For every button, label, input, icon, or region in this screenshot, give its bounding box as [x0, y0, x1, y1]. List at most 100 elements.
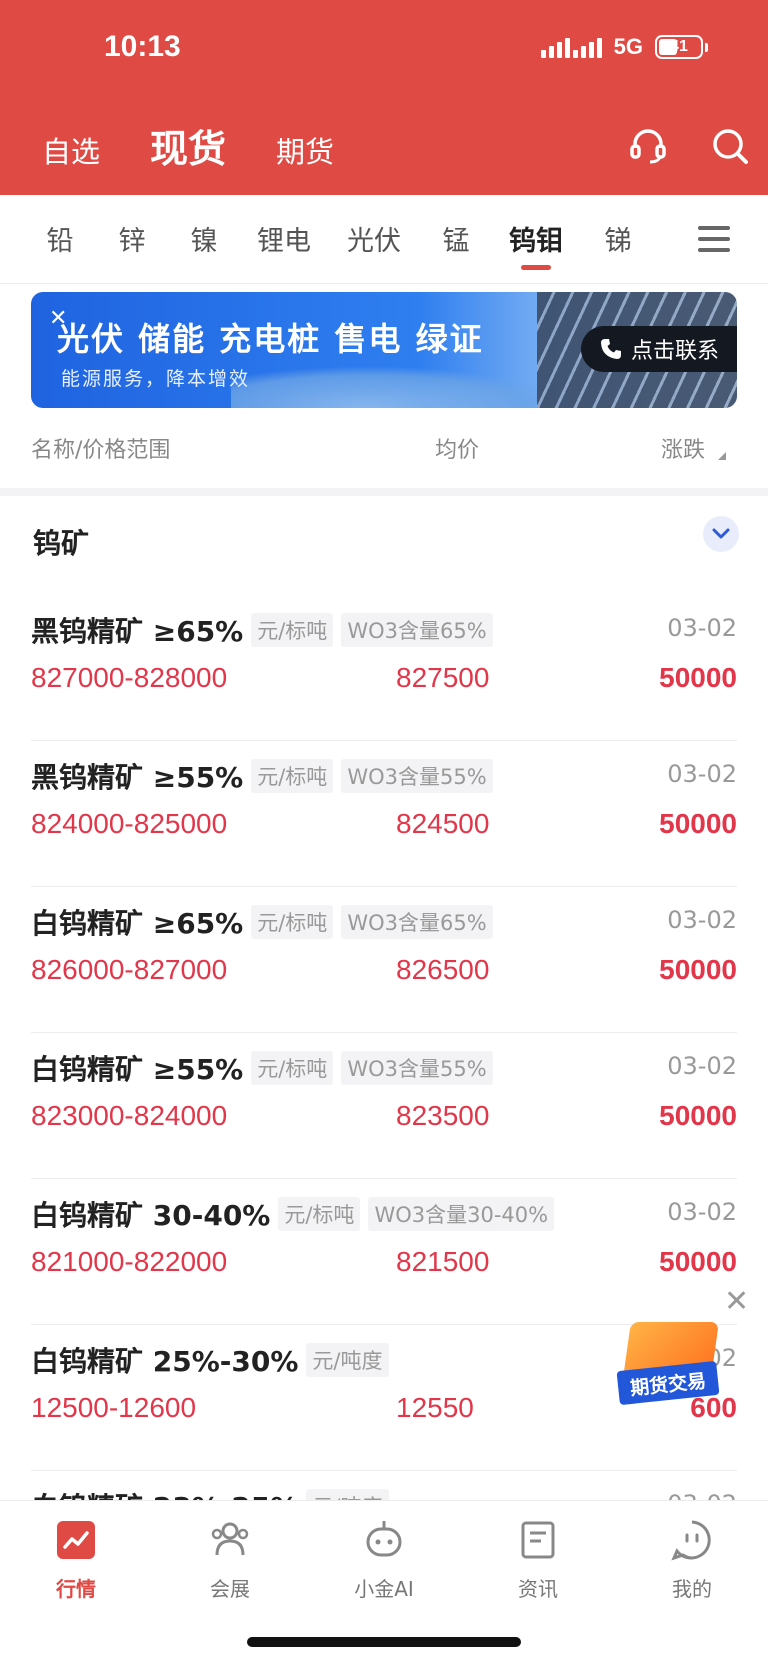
category-lead[interactable]: 铅: [47, 219, 74, 258]
column-header-name: 名称/价格范围: [31, 438, 171, 463]
product-name: 黑钨精矿 ≥65%: [31, 615, 244, 648]
average-price: 827500: [396, 662, 490, 693]
menu-icon[interactable]: [698, 226, 730, 259]
product-name: 白钨精矿 ≥65%: [31, 907, 244, 940]
spec-tag: WO3含量65%: [341, 905, 493, 939]
price-range: 821000-822000: [31, 1246, 228, 1277]
nav-profile[interactable]: 我的: [642, 1519, 742, 1602]
unit-tag: 元/标吨: [251, 613, 334, 647]
spec-tag: WO3含量65%: [341, 613, 493, 647]
section-title: 钨矿: [33, 527, 90, 560]
unit-tag: 元/标吨: [251, 759, 334, 793]
status-time: 10:13: [104, 30, 181, 63]
promo-banner[interactable]: ✕ 光伏 储能 充电桩 售电 绿证 能源服务，降本增效 点击联系: [31, 292, 737, 408]
product-name: 白钨精矿 30-40%: [31, 1199, 271, 1232]
nav-label: 小金AI: [354, 1577, 414, 1601]
row-divider: [31, 886, 737, 887]
banner-hills-graphic: [231, 366, 571, 408]
list-item[interactable]: 黑钨精矿 ≥65% 元/标吨 WO3含量65% 03-02 827000-82800…: [0, 610, 768, 756]
section-separator: [0, 488, 768, 496]
collapse-button[interactable]: [703, 516, 739, 552]
category-photovoltaic[interactable]: 光伏: [347, 219, 401, 258]
home-indicator: [247, 1637, 521, 1647]
nav-label: 行情: [56, 1577, 96, 1601]
chevron-down-icon: [712, 528, 730, 539]
average-price: 824500: [396, 808, 490, 839]
category-manganese[interactable]: 锰: [443, 219, 470, 258]
price-range: 12500-12600: [31, 1392, 197, 1423]
spec-tag: WO3含量30-40%: [368, 1197, 555, 1231]
price-change: 50000: [659, 662, 737, 693]
signal-icon: [540, 36, 602, 58]
headset-icon[interactable]: [628, 126, 668, 166]
price-range: 823000-824000: [31, 1100, 228, 1131]
row-divider: [31, 1032, 737, 1033]
category-antimony[interactable]: 锑: [605, 219, 632, 258]
row-divider: [31, 740, 737, 741]
search-icon[interactable]: [710, 126, 750, 166]
product-name: 白钨精矿 ≥55%: [31, 1053, 244, 1086]
category-bar: 铅 锌 镍 锂电 光伏 锰 钨钼 锑: [0, 195, 768, 284]
price-change: 50000: [659, 1100, 737, 1131]
average-price: 12550: [396, 1392, 474, 1423]
tab-futures[interactable]: 期货: [276, 129, 334, 171]
column-header-change[interactable]: 涨跌: [661, 432, 705, 464]
battery-level: 41: [670, 38, 688, 55]
nav-market[interactable]: 行情: [26, 1519, 126, 1602]
sort-icon[interactable]: [718, 452, 726, 460]
contact-button[interactable]: 点击联系: [581, 326, 737, 372]
unit-tag: 元/标吨: [251, 905, 334, 939]
average-price: 826500: [396, 954, 490, 985]
price-change: 50000: [659, 808, 737, 839]
banner-subtitle: 能源服务，降本增效: [61, 368, 251, 390]
row-divider: [31, 1178, 737, 1179]
product-name: 白钨精矿 25%-30%: [31, 1345, 299, 1378]
top-tabs: 自选 现货 期货: [42, 118, 334, 173]
nav-news[interactable]: 资讯: [488, 1519, 588, 1602]
network-label: 5G: [613, 34, 643, 59]
list-item[interactable]: 白钨精矿 ≥55% 元/标吨 WO3含量55% 03-02 823000-82400…: [0, 1048, 768, 1194]
price-date: 03-02: [667, 614, 737, 642]
product-name: 黑钨精矿 ≥55%: [31, 761, 244, 794]
unit-tag: 元/标吨: [278, 1197, 361, 1231]
status-indicators: 5G 41: [540, 34, 708, 60]
unit-tag: 元/吨度: [306, 1343, 389, 1377]
banner-title: 光伏 储能 充电桩 售电 绿证: [57, 320, 484, 358]
nav-label: 我的: [672, 1577, 712, 1601]
news-icon: [521, 1521, 555, 1559]
category-zinc[interactable]: 锌: [119, 219, 146, 258]
spec-tag: WO3含量55%: [341, 759, 493, 793]
profile-face-icon: [671, 1520, 711, 1561]
nav-ai-assistant[interactable]: 小金AI: [334, 1519, 434, 1602]
float-ad-close-icon[interactable]: ✕: [724, 1284, 749, 1319]
futures-trading-float-ad[interactable]: 期货交易: [616, 1322, 720, 1412]
price-change: 50000: [659, 1246, 737, 1277]
tab-watchlist[interactable]: 自选: [42, 129, 100, 171]
price-date: 03-02: [667, 1052, 737, 1080]
battery-icon: 41: [655, 35, 703, 59]
price-date: 03-02: [667, 760, 737, 788]
list-item[interactable]: 白钨精矿 30-40% 元/标吨 WO3含量30-40% 03-02 821000-…: [0, 1194, 768, 1340]
phone-icon: [600, 339, 621, 359]
price-change: 50000: [659, 954, 737, 985]
category-lithium-battery[interactable]: 锂电: [257, 219, 311, 258]
nav-exhibition[interactable]: 会展: [180, 1519, 280, 1602]
nav-label: 资讯: [518, 1577, 558, 1601]
price-range: 826000-827000: [31, 954, 228, 985]
price-range: 827000-828000: [31, 662, 228, 693]
spec-tag: WO3含量55%: [341, 1051, 493, 1085]
contact-button-label: 点击联系: [630, 339, 719, 364]
category-nickel[interactable]: 镍: [191, 219, 218, 258]
category-tungsten-molybdenum[interactable]: 钨钼: [509, 219, 563, 258]
unit-tag: 元/标吨: [251, 1051, 334, 1085]
price-date: 03-02: [667, 1198, 737, 1226]
tab-spot[interactable]: 现货: [150, 118, 226, 173]
nav-label: 会展: [210, 1577, 250, 1601]
chart-trend-icon: [57, 1521, 95, 1559]
price-date: 03-02: [667, 906, 737, 934]
price-range: 824000-825000: [31, 808, 228, 839]
list-item[interactable]: 黑钨精矿 ≥55% 元/标吨 WO3含量55% 03-02 824000-82500…: [0, 756, 768, 902]
list-item[interactable]: 白钨精矿 ≥65% 元/标吨 WO3含量65% 03-02 826000-82700…: [0, 902, 768, 1048]
robot-icon: [366, 1521, 402, 1557]
people-icon: [211, 1522, 249, 1556]
